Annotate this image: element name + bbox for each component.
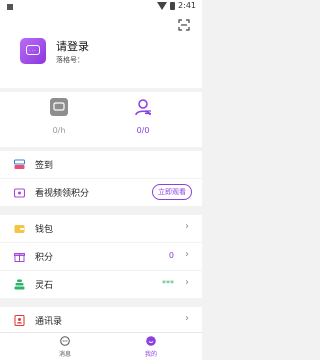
profile-header: ··· 请登录 落格号： bbox=[0, 14, 202, 88]
chevron-right-icon: › bbox=[185, 221, 189, 232]
watch-video-label: 看视频领积分 bbox=[35, 189, 90, 199]
nav-messages[interactable]: 消息 bbox=[45, 336, 85, 358]
stats-panel: 0/h 0/0 bbox=[0, 92, 202, 147]
status-bar: 2:41 bbox=[0, 0, 202, 14]
menu-item-spirit-stone[interactable]: 灵石 *** › bbox=[0, 271, 202, 298]
wallet-icon bbox=[14, 225, 25, 233]
stat-count-value: 0/0 bbox=[136, 126, 150, 135]
user-icon bbox=[135, 99, 151, 116]
video-reward-icon bbox=[14, 188, 25, 198]
bottom-navigation: 消息 我的 bbox=[0, 332, 202, 360]
message-icon bbox=[60, 336, 70, 346]
spirit-stone-value: *** bbox=[162, 279, 174, 288]
notification-icon bbox=[7, 4, 13, 10]
battery-icon bbox=[170, 1, 176, 10]
wallet-label: 钱包 bbox=[35, 225, 54, 235]
menu-item-contacts[interactable]: 通讯录 › bbox=[0, 307, 202, 334]
gift-icon bbox=[14, 253, 25, 262]
chevron-right-icon: › bbox=[185, 313, 189, 324]
chevron-right-icon: › bbox=[185, 249, 189, 260]
checkin-label: 签到 bbox=[35, 161, 54, 171]
nav-mine-label: 我的 bbox=[144, 351, 157, 358]
points-label: 积分 bbox=[35, 253, 54, 263]
contacts-book-icon bbox=[14, 315, 25, 326]
login-title[interactable]: 请登录 bbox=[56, 38, 89, 54]
contacts-label: 通讯录 bbox=[35, 317, 63, 327]
stone-stack-icon bbox=[14, 279, 25, 290]
avatar[interactable]: ··· bbox=[20, 38, 46, 64]
scan-icon[interactable] bbox=[178, 19, 190, 31]
status-time: 2:41 bbox=[178, 1, 196, 10]
menu-item-watch-video[interactable]: 看视频领积分 立即观看 bbox=[0, 179, 202, 206]
stat-rate-value: 0/h bbox=[52, 126, 66, 135]
message-box-icon bbox=[50, 98, 68, 116]
wifi-icon bbox=[157, 1, 168, 10]
stat-users[interactable]: 0/0 bbox=[113, 98, 173, 135]
menu-item-checkin[interactable]: 签到 bbox=[0, 151, 202, 178]
checkin-icon bbox=[14, 159, 25, 169]
account-id-label: 落格号： bbox=[56, 56, 84, 64]
points-value: 0 bbox=[168, 251, 174, 260]
menu-item-points[interactable]: 积分 0 › bbox=[0, 243, 202, 270]
nav-mine[interactable]: 我的 bbox=[131, 336, 171, 358]
stat-messages[interactable]: 0/h bbox=[29, 98, 89, 135]
chevron-right-icon: › bbox=[185, 277, 189, 288]
nav-messages-label: 消息 bbox=[58, 351, 71, 358]
menu-item-wallet[interactable]: 钱包 › bbox=[0, 215, 202, 242]
spirit-stone-label: 灵石 bbox=[35, 281, 54, 291]
watch-now-button[interactable]: 立即观看 bbox=[152, 184, 192, 200]
profile-icon bbox=[146, 336, 156, 346]
